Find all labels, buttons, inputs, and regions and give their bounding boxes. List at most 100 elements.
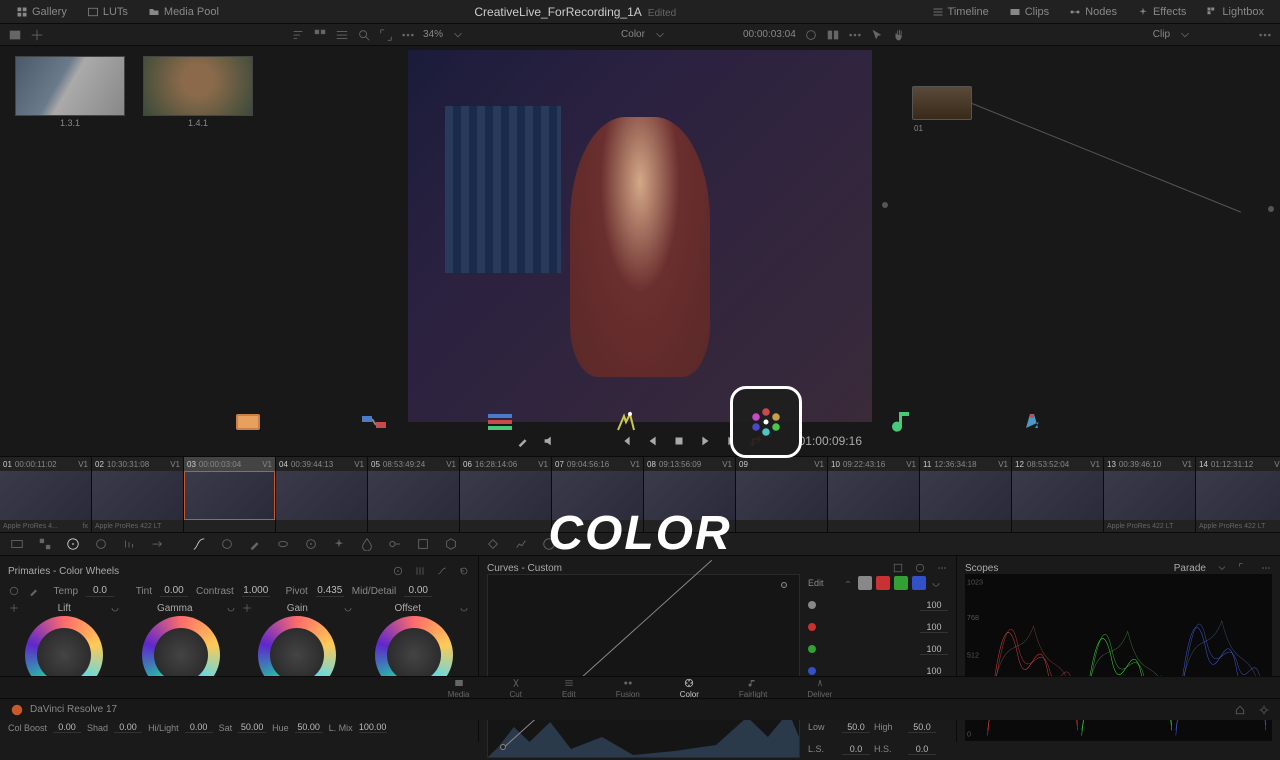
rgb-mixer-icon[interactable] [122, 537, 136, 551]
wheels-icon[interactable] [66, 537, 80, 551]
clip-thumb[interactable]: 0400:39:44:13V1 [276, 457, 368, 532]
hilight-value[interactable]: 0.00 [185, 722, 213, 733]
clip-thumb[interactable]: 1009:22:43:16V1 [828, 457, 920, 532]
clips-tab[interactable]: Clips [1001, 3, 1057, 21]
reset-icon[interactable] [458, 565, 470, 577]
grid-icon[interactable] [313, 28, 327, 42]
lmix-value[interactable]: 100.00 [359, 722, 387, 733]
still-thumb[interactable]: 1.4.1 [138, 56, 258, 128]
mediapool-tab[interactable]: Media Pool [140, 3, 227, 21]
clip-thumb[interactable]: 1401:12:31:12V1Apple ProRes 422 LT [1196, 457, 1280, 532]
nav-fairlight[interactable]: Fairlight [739, 677, 767, 699]
effects-tab[interactable]: Effects [1129, 3, 1194, 21]
blur-icon[interactable] [360, 537, 374, 551]
sat-value[interactable]: 50.00 [238, 722, 266, 733]
expand-icon[interactable] [379, 28, 393, 42]
channel-y[interactable] [858, 576, 872, 590]
clip-thumb[interactable]: 0210:30:31:08V1Apple ProRes 422 LT [92, 457, 184, 532]
split-icon[interactable] [826, 28, 840, 42]
temp-value[interactable]: 0.0 [86, 585, 114, 597]
grab-still-icon[interactable] [30, 28, 44, 42]
contrast-value[interactable]: 1.000 [242, 585, 270, 597]
nav-color[interactable]: Color [680, 677, 699, 699]
3d-icon[interactable] [444, 537, 458, 551]
channel-r[interactable] [876, 576, 890, 590]
auto-balance-icon[interactable] [8, 585, 20, 597]
channel-b[interactable] [912, 576, 926, 590]
search-icon[interactable] [357, 28, 371, 42]
magic-mask-icon[interactable] [332, 537, 346, 551]
home-icon[interactable] [1234, 704, 1246, 716]
sizing-icon[interactable] [416, 537, 430, 551]
curve-editor[interactable] [487, 574, 800, 758]
bypass-icon[interactable] [804, 28, 818, 42]
stop-icon[interactable] [672, 434, 686, 448]
picker-icon[interactable] [516, 434, 530, 448]
list-icon[interactable] [335, 28, 349, 42]
colboost-value[interactable]: 0.00 [53, 722, 81, 733]
pivot-value[interactable]: 0.435 [316, 585, 344, 597]
qualifier-icon[interactable] [248, 537, 262, 551]
reset-icon[interactable] [930, 577, 942, 589]
nav-media[interactable]: Media [448, 677, 470, 699]
mid-value[interactable]: 0.00 [404, 585, 432, 597]
warper-icon[interactable] [220, 537, 234, 551]
clip-thumb[interactable]: 0616:28:14:06V1 [460, 457, 552, 532]
gear-icon[interactable] [1258, 704, 1270, 716]
node[interactable] [912, 86, 972, 120]
page-mode[interactable]: Color [621, 29, 645, 40]
prev-icon[interactable] [646, 434, 660, 448]
chevron-down-icon[interactable] [653, 28, 667, 42]
sc-low[interactable]: 50.0 [842, 722, 870, 733]
sort-icon[interactable] [291, 28, 305, 42]
pointer-icon[interactable] [870, 28, 884, 42]
sc-high[interactable]: 50.0 [908, 722, 936, 733]
clip-thumb[interactable]: 0508:53:49:24V1 [368, 457, 460, 532]
options-icon[interactable] [1260, 562, 1272, 574]
clip-thumb[interactable]: 0300:00:03:04V1 [184, 457, 276, 532]
clip-thumb[interactable]: 1208:53:52:04V1 [1012, 457, 1104, 532]
clip-thumb[interactable]: 1112:36:34:18V1 [920, 457, 1012, 532]
wheel-mode-icon[interactable] [392, 565, 404, 577]
clip-thumb[interactable]: 1300:39:46:10V1Apple ProRes 422 LT [1104, 457, 1196, 532]
nodes-tab[interactable]: Nodes [1061, 3, 1125, 21]
last-frame-icon[interactable] [724, 434, 738, 448]
chevron-down-icon[interactable] [1216, 562, 1228, 574]
link-icon[interactable] [842, 577, 854, 589]
options3-icon[interactable] [1258, 28, 1272, 42]
still-thumb[interactable]: 1.3.1 [10, 56, 130, 128]
mode2-icon[interactable] [914, 562, 926, 574]
luts-tab[interactable]: LUTs [79, 3, 136, 21]
nav-deliver[interactable]: Deliver [807, 677, 832, 699]
options2-icon[interactable] [848, 28, 862, 42]
hand-icon[interactable] [892, 28, 906, 42]
loop-icon[interactable] [750, 434, 764, 448]
clip-thumb[interactable]: 0809:13:56:09V1 [644, 457, 736, 532]
window-icon[interactable] [276, 537, 290, 551]
mute-icon[interactable] [542, 434, 556, 448]
scopes-mode[interactable]: Parade [1174, 563, 1206, 574]
key-icon[interactable] [388, 537, 402, 551]
clip-timeline[interactable]: 0100:00:11:02V1Apple ProRes 4...fx0210:3… [0, 456, 1280, 532]
play-icon[interactable] [698, 434, 712, 448]
lightbox-tab[interactable]: Lightbox [1198, 3, 1272, 21]
info-icon[interactable] [542, 537, 556, 551]
options-icon[interactable] [936, 562, 948, 574]
sc-hs[interactable]: 0.0 [908, 744, 936, 755]
zoom-level[interactable]: 34% [423, 29, 443, 40]
clip-dropdown[interactable]: Clip [1153, 29, 1170, 40]
camera-raw-icon[interactable] [10, 537, 24, 551]
nav-cut[interactable]: Cut [510, 677, 522, 699]
tracker-icon[interactable] [304, 537, 318, 551]
node-graph[interactable]: 01 [872, 46, 1280, 456]
scopes-toggle-icon[interactable] [514, 537, 528, 551]
clip-thumb[interactable]: 09V1 [736, 457, 828, 532]
hue-value[interactable]: 50.00 [295, 722, 323, 733]
bars-mode-icon[interactable] [414, 565, 426, 577]
log-mode-icon[interactable] [436, 565, 448, 577]
stills-icon[interactable] [8, 28, 22, 42]
expand-icon[interactable] [1238, 562, 1250, 574]
viewer[interactable] [408, 50, 872, 422]
hdr-icon[interactable] [94, 537, 108, 551]
mode1-icon[interactable] [892, 562, 904, 574]
